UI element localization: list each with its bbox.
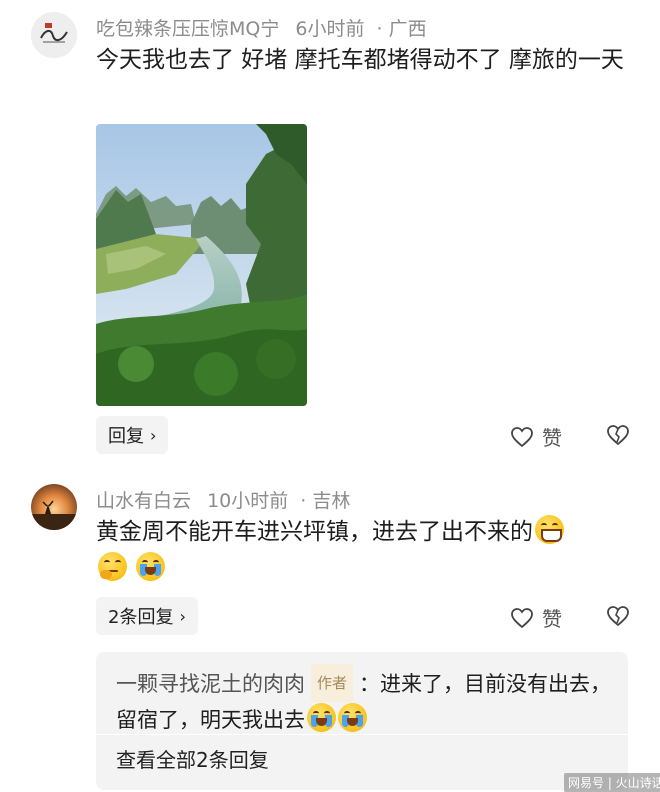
- like-label: 赞: [542, 607, 562, 631]
- reply-item[interactable]: 一颗寻找泥土的肉肉 作者 ：进来了，目前没有出去，留宿了，明天我出去: [116, 664, 616, 738]
- comment-text: 今天我也去了 好堵 摩托车都堵得动不了 摩旅的一天: [96, 47, 624, 73]
- reply-label: 回复: [108, 426, 144, 447]
- comment-time: 10小时前: [207, 490, 289, 512]
- crying-emoji-icon: [307, 703, 336, 732]
- divider: [96, 734, 628, 735]
- dislike-button[interactable]: [606, 424, 630, 450]
- reply-thread: 一颗寻找泥土的肉肉 作者 ：进来了，目前没有出去，留宿了，明天我出去 查看全部2条回…: [96, 652, 628, 790]
- avatar[interactable]: [31, 12, 77, 58]
- comment-body: 黄金周不能开车进兴坪镇，进去了出不来的: [96, 514, 636, 588]
- comment-location: 广西: [388, 18, 427, 40]
- broken-heart-icon: [607, 425, 629, 446]
- thinking-emoji-icon: [98, 552, 127, 581]
- broken-heart-icon: [607, 606, 629, 627]
- author-badge: 作者: [311, 664, 354, 702]
- chevron-right-icon: ›: [150, 425, 157, 445]
- dislike-button[interactable]: [606, 605, 630, 631]
- grinning-emoji-icon: [535, 515, 564, 544]
- crying-emoji-icon: [338, 703, 367, 732]
- reply-count-label: 2条回复: [108, 607, 174, 628]
- avatar-image: [31, 484, 77, 530]
- view-replies-button[interactable]: 2条回复 ›: [96, 597, 198, 635]
- chevron-right-icon: ›: [179, 606, 186, 626]
- avatar-image: [31, 12, 77, 58]
- like-button[interactable]: 赞: [510, 422, 562, 451]
- comment-location: 吉林: [312, 490, 351, 512]
- reply-username[interactable]: 一颗寻找泥土的肉肉: [116, 672, 305, 696]
- comment-meta: 吃包辣条压压惊MQ宁 6小时前 · 广西: [96, 18, 427, 40]
- comment-text: 黄金周不能开车进兴坪镇，进去了出不来的: [96, 519, 533, 545]
- username[interactable]: 吃包辣条压压惊MQ宁: [96, 18, 279, 40]
- landscape-image: [96, 124, 307, 406]
- heart-icon: [511, 607, 533, 628]
- heart-icon: [511, 426, 533, 447]
- username[interactable]: 山水有白云: [96, 490, 191, 512]
- comment-time: 6小时前: [295, 18, 365, 40]
- watermark: 网易号 | 火山诗话: [564, 773, 660, 792]
- avatar[interactable]: [31, 484, 77, 530]
- comment-meta: 山水有白云 10小时前 · 吉林: [96, 490, 351, 512]
- comment-photo[interactable]: [96, 124, 307, 406]
- reply-button[interactable]: 回复 ›: [96, 416, 169, 454]
- like-label: 赞: [542, 426, 562, 450]
- crying-emoji-icon: [136, 552, 166, 581]
- like-button[interactable]: 赞: [510, 603, 562, 632]
- view-all-replies-link[interactable]: 查看全部2条回复: [116, 744, 269, 773]
